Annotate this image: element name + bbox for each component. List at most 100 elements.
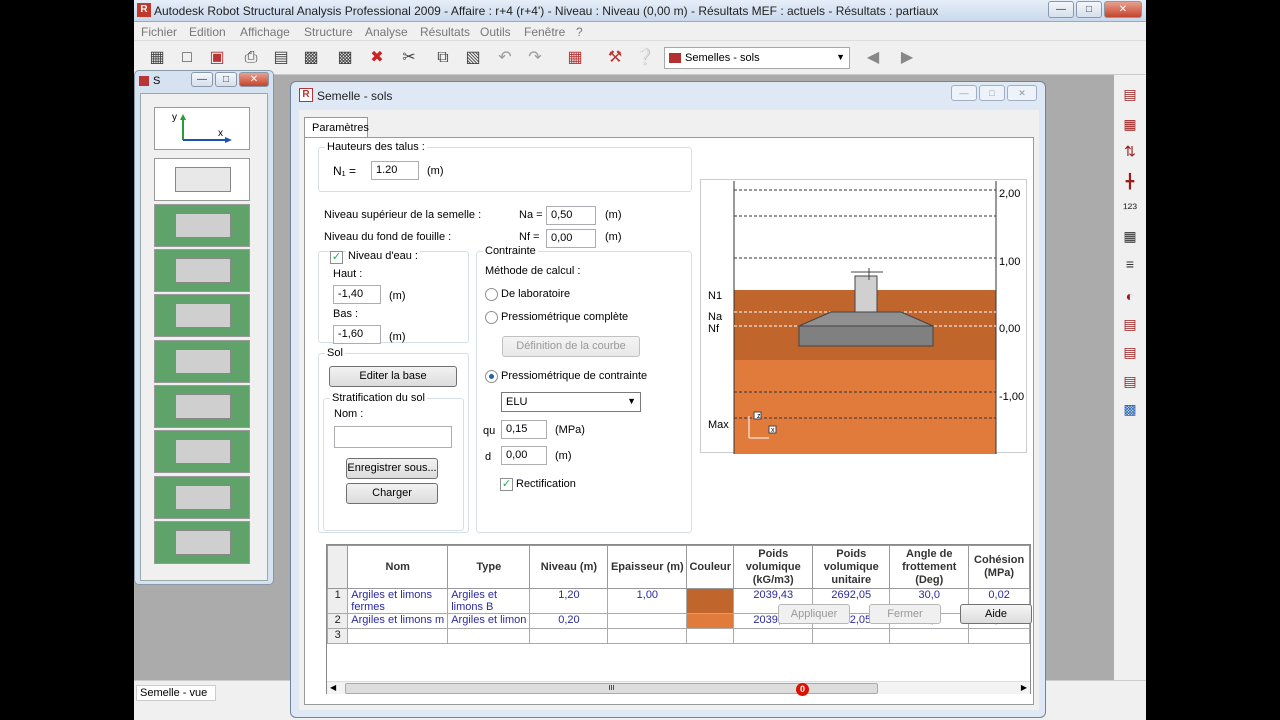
pressio-contrainte-radio[interactable] (485, 370, 498, 383)
view-footing-zone-8-button[interactable] (154, 521, 250, 564)
results-icon[interactable]: ▤ (1119, 313, 1141, 335)
scroll-right-icon[interactable]: ▶ (1021, 683, 1027, 692)
fermer-button[interactable]: Fermer (869, 604, 941, 624)
cell-epaisseur[interactable]: 1,00 (607, 588, 688, 614)
next-layout-icon[interactable]: ▶ (896, 47, 918, 69)
cell-poids[interactable] (733, 628, 814, 644)
notes-icon[interactable]: ▤ (1119, 341, 1141, 363)
menu-resultats[interactable]: Résultats (420, 25, 470, 39)
cell-type[interactable]: Argiles et limon (447, 613, 531, 629)
view-footing-zone-1-button[interactable] (154, 204, 250, 247)
palette-minimize-button[interactable]: — (191, 72, 213, 87)
scroll-left-icon[interactable]: ◀ (330, 683, 336, 692)
cell-nom[interactable] (347, 628, 449, 644)
enregistrer-sous-button[interactable]: Enregistrer sous... (346, 458, 438, 479)
cell-type[interactable] (447, 628, 531, 644)
definition-courbe-button[interactable]: Définition de la courbe (502, 336, 640, 357)
dialog-maximize-button[interactable]: □ (979, 85, 1005, 101)
row-number[interactable]: 2 (326, 613, 349, 629)
aide-button[interactable]: Aide (960, 604, 1032, 624)
cell-niveau[interactable] (529, 628, 609, 644)
editer-base-button[interactable]: Editer la base (329, 366, 457, 387)
cell-nom[interactable]: Argiles et limons fermes (347, 588, 449, 614)
calculator-icon[interactable]: ▦ (564, 47, 586, 69)
cell-epaisseur[interactable] (607, 613, 688, 629)
cell-angle[interactable] (889, 628, 970, 644)
menu-fenetre[interactable]: Fenêtre (524, 25, 565, 39)
rectification-checkbox[interactable]: ✓ (500, 478, 513, 491)
view-footing-zone-3-button[interactable] (154, 294, 250, 337)
nom-input[interactable] (334, 426, 452, 448)
report-icon[interactable]: ▩ (300, 47, 322, 69)
col-header-cohesion[interactable]: Cohésion (MPa) (968, 545, 1030, 589)
cell-epaisseur[interactable] (607, 628, 688, 644)
col-header-niveau[interactable]: Niveau (m) (529, 545, 609, 589)
cell-niveau[interactable]: 0,20 (529, 613, 609, 629)
cell-couleur[interactable] (686, 613, 735, 629)
view-footing-zone-7-button[interactable] (154, 476, 250, 519)
minimize-button[interactable]: — (1048, 1, 1074, 18)
d-input[interactable]: 0,00 (501, 446, 547, 465)
combinations-icon[interactable]: ¹²³ (1119, 197, 1141, 219)
calculate-icon[interactable]: ◐ (1119, 285, 1141, 307)
project-icon[interactable]: ▦ (146, 47, 168, 69)
appliquer-button[interactable]: Appliquer (778, 604, 850, 624)
col-header-couleur[interactable]: Couleur (686, 545, 735, 589)
menu-analyse[interactable]: Analyse (365, 25, 408, 39)
screen-capture-icon[interactable]: ▩ (334, 47, 356, 69)
paste-icon[interactable]: ▧ (462, 47, 484, 69)
reinforcement-icon[interactable]: ▦ (1119, 225, 1141, 247)
view-icon[interactable]: ▩ (1119, 398, 1141, 420)
menu-fichier[interactable]: Fichier (141, 25, 177, 39)
charger-button[interactable]: Charger (346, 483, 438, 504)
palette-close-button[interactable]: ✕ (239, 72, 269, 87)
col-header-epaisseur[interactable]: Epaisseur (m) (607, 545, 688, 589)
previous-layout-icon[interactable]: ◀ (862, 47, 884, 69)
tools-icon[interactable]: ⚒ (604, 47, 626, 69)
col-header-poids-unitaire[interactable]: Poids volumique unitaire (812, 545, 891, 589)
view-footing-zone-5-button[interactable] (154, 385, 250, 428)
pressio-complete-radio[interactable] (485, 311, 498, 324)
cell-couleur[interactable] (686, 628, 735, 644)
delete-icon[interactable]: ✖ (366, 47, 388, 69)
cell-cohesion[interactable] (968, 628, 1030, 644)
cell-poids-unitaire[interactable] (812, 628, 891, 644)
menu-edition[interactable]: Edition (189, 25, 226, 39)
undo-icon[interactable]: ↶ (494, 47, 516, 69)
na-input[interactable]: 0,50 (546, 206, 596, 225)
col-header-poids[interactable]: Poids volumique (kG/m3) (733, 545, 814, 589)
menu-affichage[interactable]: Affichage (240, 25, 290, 39)
cell-couleur[interactable] (686, 588, 735, 614)
haut-input[interactable]: -1,40 (333, 285, 381, 304)
column-icon[interactable]: ╋ (1119, 170, 1141, 192)
loads-icon[interactable]: ⇅ (1119, 140, 1141, 162)
col-header-angle[interactable]: Angle de frottement (Deg) (889, 545, 970, 589)
cell-nom[interactable]: Argiles et limons m (347, 613, 449, 629)
redo-icon[interactable]: ↷ (524, 47, 546, 69)
preview-icon[interactable]: ▤ (270, 47, 292, 69)
cell-type[interactable]: Argiles et limons B (447, 588, 531, 614)
view-footing-plan-button[interactable] (154, 158, 250, 201)
close-button[interactable]: ✕ (1104, 1, 1142, 18)
row-number[interactable]: 3 (326, 628, 349, 644)
layout-selector[interactable]: Semelles - sols ▼ (664, 47, 850, 69)
palette-maximize-button[interactable]: □ (215, 72, 237, 87)
axis-view-button[interactable]: y x (154, 107, 250, 150)
save-icon[interactable]: ▣ (206, 47, 228, 69)
etat-limite-select[interactable]: ELU ▼ (501, 392, 641, 412)
view-footing-zone-4-button[interactable] (154, 340, 250, 383)
n1-input[interactable]: 1.20 (371, 161, 419, 180)
cut-icon[interactable]: ✂ (398, 47, 420, 69)
col-header-type[interactable]: Type (447, 545, 531, 589)
table-row[interactable]: 3 (326, 628, 1030, 644)
footing-geometry-icon[interactable]: ▤ (1119, 83, 1141, 105)
cell-niveau[interactable]: 1,20 (529, 588, 609, 614)
row-number[interactable]: 1 (326, 588, 349, 614)
niveau-eau-checkbox[interactable]: ✓ (330, 251, 343, 264)
col-header-nom[interactable]: Nom (347, 545, 449, 589)
help-icon[interactable]: ❔ (634, 47, 656, 69)
view-footing-zone-2-button[interactable] (154, 249, 250, 292)
drawings-icon[interactable]: ▤ (1119, 370, 1141, 392)
dialog-close-button[interactable]: ✕ (1007, 85, 1037, 101)
menu-outils[interactable]: Outils (480, 25, 511, 39)
